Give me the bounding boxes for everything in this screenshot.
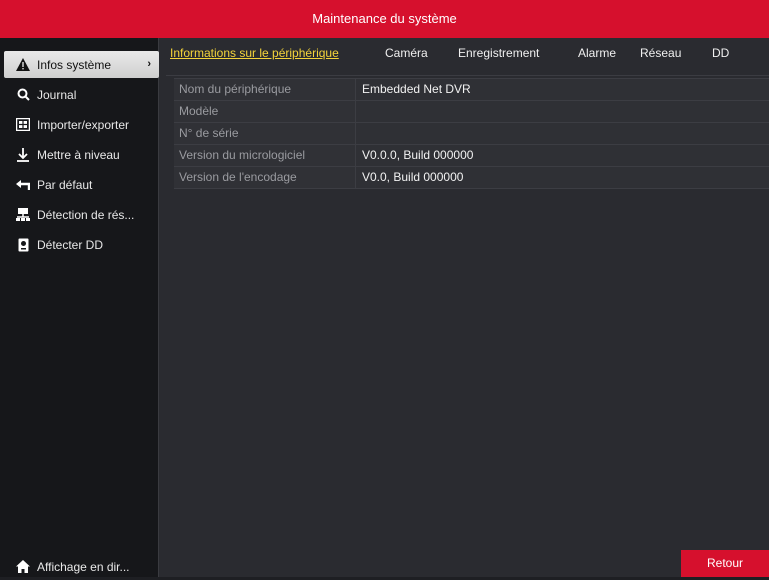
sidebar-item-upgrade[interactable]: Mettre à niveau <box>4 141 159 168</box>
tab-device-info[interactable]: Informations sur le périphérique <box>170 46 339 60</box>
sidebar-item-label: Affichage en dir... <box>37 559 130 574</box>
row-value: Embedded Net DVR <box>362 82 471 96</box>
tab-bar: Informations sur le périphérique Caméra … <box>166 46 769 76</box>
sidebar-item-live-view[interactable]: Affichage en dir... <box>4 553 159 580</box>
sidebar-item-label: Mettre à niveau <box>37 147 120 162</box>
tab-network[interactable]: Réseau <box>640 46 681 60</box>
tab-recording[interactable]: Enregistrement <box>458 46 539 60</box>
sidebar-item-label: Infos système <box>37 57 112 72</box>
row-value: V0.0.0, Build 000000 <box>362 148 474 162</box>
main-content: Informations sur le périphérique Caméra … <box>166 38 769 577</box>
disk-icon <box>16 238 30 252</box>
tab-hdd[interactable]: DD <box>712 46 729 60</box>
table-row: N° de série <box>174 123 769 145</box>
warning-icon <box>16 58 30 72</box>
sidebar-item-system-info[interactable]: Infos système › <box>4 51 159 78</box>
sidebar: Infos système › Journal Importer/exporte… <box>0 38 159 577</box>
device-info-table: Nom du périphérique Embedded Net DVR Mod… <box>174 78 769 189</box>
system-maintenance-window: Maintenance du système Infos système › J… <box>0 0 769 577</box>
home-icon <box>16 560 30 574</box>
window-title: Maintenance du système <box>0 0 769 38</box>
table-row: Version du micrologiciel V0.0.0, Build 0… <box>174 145 769 167</box>
tab-alarm[interactable]: Alarme <box>578 46 616 60</box>
row-label: Nom du périphérique <box>174 79 356 100</box>
network-icon <box>16 208 30 222</box>
table-row: Modèle <box>174 101 769 123</box>
sidebar-item-label: Par défaut <box>37 177 93 192</box>
sidebar-item-network-detection[interactable]: Détection de rés... <box>4 201 159 228</box>
sidebar-item-label: Détecter DD <box>37 237 104 252</box>
row-label: Version de l'encodage <box>174 167 356 188</box>
table-row: Nom du périphérique Embedded Net DVR <box>174 79 769 101</box>
sidebar-item-label: Détection de rés... <box>37 207 135 222</box>
row-label: N° de série <box>174 123 356 144</box>
sidebar-item-log[interactable]: Journal <box>4 81 159 108</box>
sidebar-item-hdd-detect[interactable]: Détecter DD <box>4 231 159 258</box>
chevron-right-icon: › <box>147 58 151 70</box>
back-button[interactable]: Retour <box>681 550 769 577</box>
sidebar-item-import-export[interactable]: Importer/exporter <box>4 111 159 138</box>
tab-camera[interactable]: Caméra <box>385 46 428 60</box>
row-label: Modèle <box>174 101 356 122</box>
download-icon <box>16 147 30 162</box>
sidebar-item-label: Journal <box>37 87 77 102</box>
table-row: Version de l'encodage V0.0, Build 000000 <box>174 167 769 189</box>
sidebar-item-label: Importer/exporter <box>37 117 130 132</box>
restore-default-icon <box>16 178 30 192</box>
search-icon <box>16 88 30 102</box>
sidebar-item-default[interactable]: Par défaut <box>4 171 159 198</box>
row-value: V0.0, Build 000000 <box>362 170 464 184</box>
tab-divider <box>166 75 769 76</box>
import-export-icon <box>16 118 30 132</box>
row-label: Version du micrologiciel <box>174 145 356 166</box>
